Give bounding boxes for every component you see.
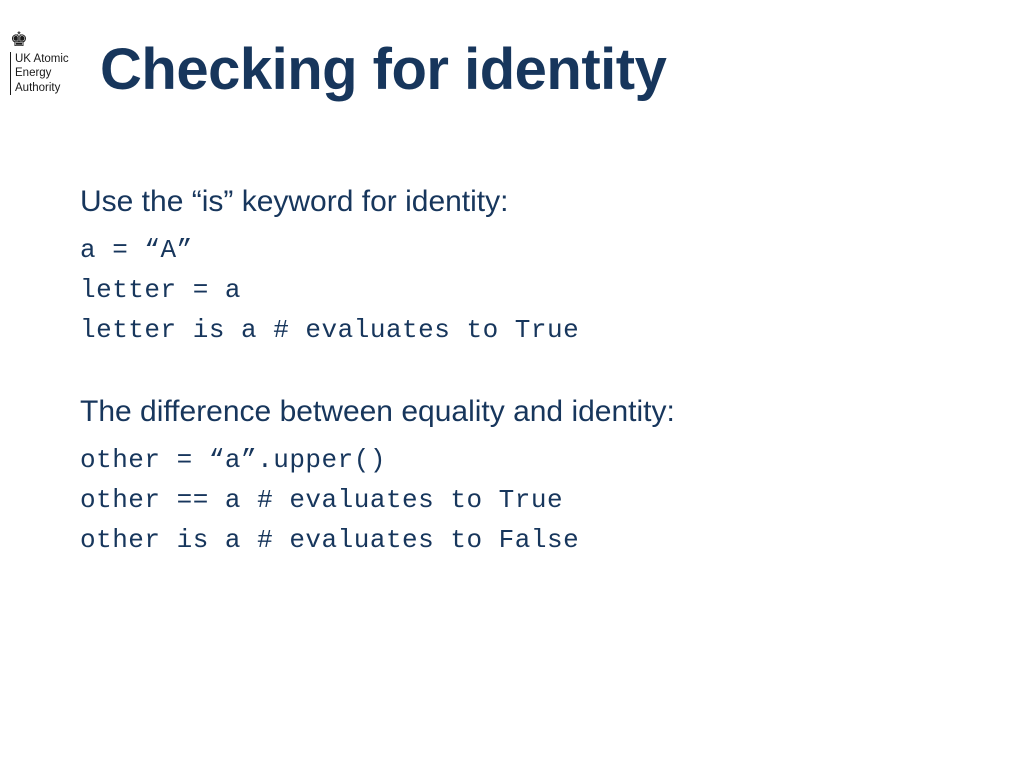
org-name-line: Authority bbox=[15, 81, 80, 95]
org-name-line: Energy bbox=[15, 66, 80, 80]
slide: ♚ UK Atomic Energy Authority Checking fo… bbox=[0, 0, 1024, 768]
code-line: a = “A” bbox=[80, 230, 964, 270]
section-heading: Use the “is” keyword for identity: bbox=[80, 180, 964, 224]
org-name: UK Atomic Energy Authority bbox=[10, 52, 80, 95]
org-logo: ♚ UK Atomic Energy Authority bbox=[10, 30, 80, 95]
crown-icon: ♚ bbox=[10, 30, 80, 50]
slide-body: Use the “is” keyword for identity: a = “… bbox=[80, 180, 964, 561]
code-line: letter = a bbox=[80, 270, 964, 310]
spacer bbox=[80, 350, 964, 390]
code-line: letter is a # evaluates to True bbox=[80, 310, 964, 350]
code-line: other == a # evaluates to True bbox=[80, 480, 964, 520]
code-line: other = “a”.upper() bbox=[80, 440, 964, 480]
page-title: Checking for identity bbox=[100, 36, 666, 103]
section-heading: The difference between equality and iden… bbox=[80, 390, 964, 434]
code-line: other is a # evaluates to False bbox=[80, 520, 964, 560]
org-name-line: UK Atomic bbox=[15, 52, 80, 66]
